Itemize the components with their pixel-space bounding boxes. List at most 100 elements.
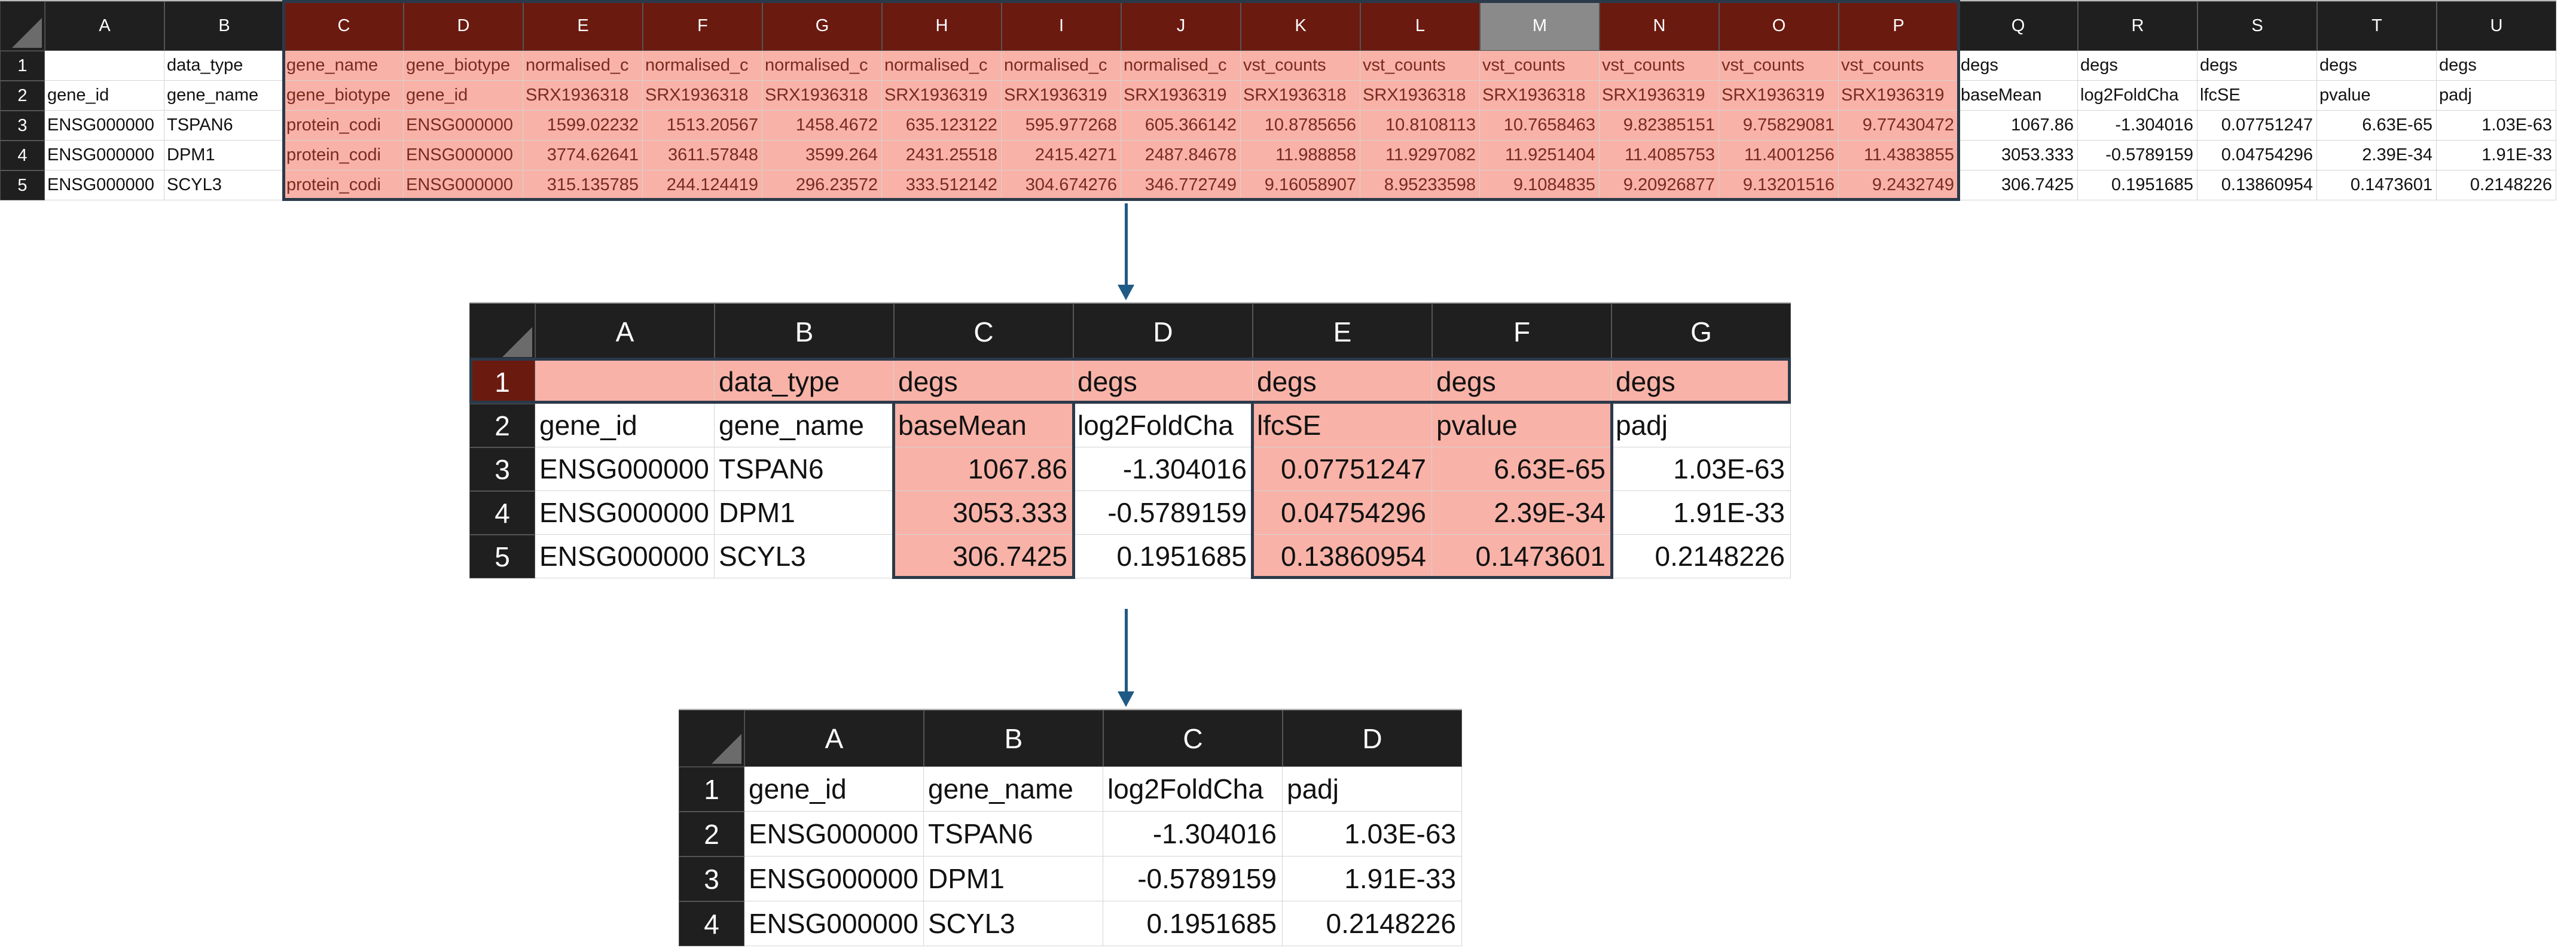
cell-e5[interactable]: 315.135785 [523,170,643,200]
cell-b1[interactable]: data_type [715,360,894,404]
column-header-f[interactable]: F [643,1,762,51]
cell-f3[interactable]: 1513.20567 [643,111,762,141]
cell-e5[interactable]: 0.13860954 [1253,535,1432,578]
cell-g5[interactable]: 296.23572 [762,170,882,200]
cell-s1[interactable]: degs [2197,51,2317,81]
row-header-4[interactable]: 4 [469,491,535,535]
cell-c2[interactable]: gene_biotype [284,81,404,111]
cell-e3[interactable]: 0.07751247 [1253,447,1432,491]
cell-o4[interactable]: 11.4001256 [1719,141,1839,170]
cell-d3[interactable]: 1.91E-33 [1283,856,1462,901]
cell-s5[interactable]: 0.13860954 [2197,170,2317,200]
row-header-2[interactable]: 2 [679,812,744,856]
cell-a3[interactable]: ENSG000000 [45,111,164,141]
cell-a1[interactable] [45,51,164,81]
cell-g3[interactable]: 1.03E-63 [1611,447,1791,491]
cell-b3[interactable]: DPM1 [924,856,1103,901]
column-header-o[interactable]: O [1719,1,1839,51]
cell-b2[interactable]: gene_name [715,404,894,447]
cell-k4[interactable]: 11.988858 [1241,141,1360,170]
column-header-g[interactable]: G [1611,303,1791,360]
cell-s3[interactable]: 0.07751247 [2197,111,2317,141]
cell-i4[interactable]: 2415.4271 [1002,141,1121,170]
row-header-1[interactable]: 1 [469,360,535,404]
cell-a4[interactable]: ENSG000000 [45,141,164,170]
column-header-q[interactable]: Q [1958,1,2078,51]
cell-b1[interactable]: data_type [164,51,284,81]
cell-e1[interactable]: normalised_c [523,51,643,81]
cell-b3[interactable]: TSPAN6 [164,111,284,141]
row-header-1[interactable]: 1 [679,767,744,812]
column-header-i[interactable]: I [1002,1,1121,51]
cell-c1[interactable]: gene_name [284,51,404,81]
cell-a3[interactable]: ENSG000000 [744,856,924,901]
cell-q1[interactable]: degs [1958,51,2078,81]
cell-q2[interactable]: baseMean [1958,81,2078,111]
cell-f5[interactable]: 0.1473601 [1432,535,1611,578]
row-header-2[interactable]: 2 [469,404,535,447]
cell-f5[interactable]: 244.124419 [643,170,762,200]
cell-c2[interactable]: -1.304016 [1103,812,1283,856]
row-header-5[interactable]: 5 [0,170,45,200]
cell-b1[interactable]: gene_name [924,767,1103,812]
cell-a2[interactable]: ENSG000000 [744,812,924,856]
cell-o2[interactable]: SRX1936319 [1719,81,1839,111]
select-all-corner[interactable] [679,710,744,767]
select-all-corner[interactable] [469,303,535,360]
cell-t5[interactable]: 0.1473601 [2317,170,2437,200]
cell-i3[interactable]: 595.977268 [1002,111,1121,141]
cell-f2[interactable]: SRX1936318 [643,81,762,111]
cell-u5[interactable]: 0.2148226 [2437,170,2556,200]
column-header-k[interactable]: K [1241,1,1360,51]
column-header-n[interactable]: N [1600,1,1719,51]
cell-d2[interactable]: log2FoldCha [1073,404,1253,447]
cell-a4[interactable]: ENSG000000 [535,491,715,535]
cell-a1[interactable]: gene_id [744,767,924,812]
cell-q3[interactable]: 1067.86 [1958,111,2078,141]
column-header-h[interactable]: H [882,1,1002,51]
cell-k1[interactable]: vst_counts [1241,51,1360,81]
cell-a1[interactable] [535,360,715,404]
column-header-a[interactable]: A [744,710,924,767]
cell-a5[interactable]: ENSG000000 [45,170,164,200]
cell-a5[interactable]: ENSG000000 [535,535,715,578]
cell-i1[interactable]: normalised_c [1002,51,1121,81]
column-header-a[interactable]: A [535,303,715,360]
cell-d4[interactable]: -0.5789159 [1073,491,1253,535]
cell-l5[interactable]: 8.95233598 [1360,170,1480,200]
cell-c3[interactable]: 1067.86 [894,447,1073,491]
cell-b2[interactable]: gene_name [164,81,284,111]
cell-p4[interactable]: 11.4383855 [1839,141,1958,170]
cell-f4[interactable]: 2.39E-34 [1432,491,1611,535]
cell-j4[interactable]: 2487.84678 [1121,141,1241,170]
cell-i5[interactable]: 304.674276 [1002,170,1121,200]
cell-b5[interactable]: SCYL3 [164,170,284,200]
column-header-e[interactable]: E [523,1,643,51]
cell-f4[interactable]: 3611.57848 [643,141,762,170]
cell-h1[interactable]: normalised_c [882,51,1002,81]
cell-g1[interactable]: normalised_c [762,51,882,81]
cell-j3[interactable]: 605.366142 [1121,111,1241,141]
row-header-3[interactable]: 3 [679,856,744,901]
cell-b5[interactable]: SCYL3 [715,535,894,578]
cell-h4[interactable]: 2431.25518 [882,141,1002,170]
cell-j1[interactable]: normalised_c [1121,51,1241,81]
cell-d1[interactable]: gene_biotype [404,51,523,81]
column-header-l[interactable]: L [1360,1,1480,51]
cell-j2[interactable]: SRX1936319 [1121,81,1241,111]
cell-d5[interactable]: 0.1951685 [1073,535,1253,578]
cell-m5[interactable]: 9.1084835 [1480,170,1600,200]
row-header-2[interactable]: 2 [0,81,45,111]
cell-p2[interactable]: SRX1936319 [1839,81,1958,111]
cell-e1[interactable]: degs [1253,360,1432,404]
column-header-d[interactable]: D [1073,303,1253,360]
cell-l1[interactable]: vst_counts [1360,51,1480,81]
row-header-3[interactable]: 3 [0,111,45,141]
cell-d3[interactable]: -1.304016 [1073,447,1253,491]
cell-g2[interactable]: SRX1936318 [762,81,882,111]
cell-e3[interactable]: 1599.02232 [523,111,643,141]
cell-e4[interactable]: 3774.62641 [523,141,643,170]
cell-p5[interactable]: 9.2432749 [1839,170,1958,200]
cell-l2[interactable]: SRX1936318 [1360,81,1480,111]
cell-n4[interactable]: 11.4085753 [1600,141,1719,170]
